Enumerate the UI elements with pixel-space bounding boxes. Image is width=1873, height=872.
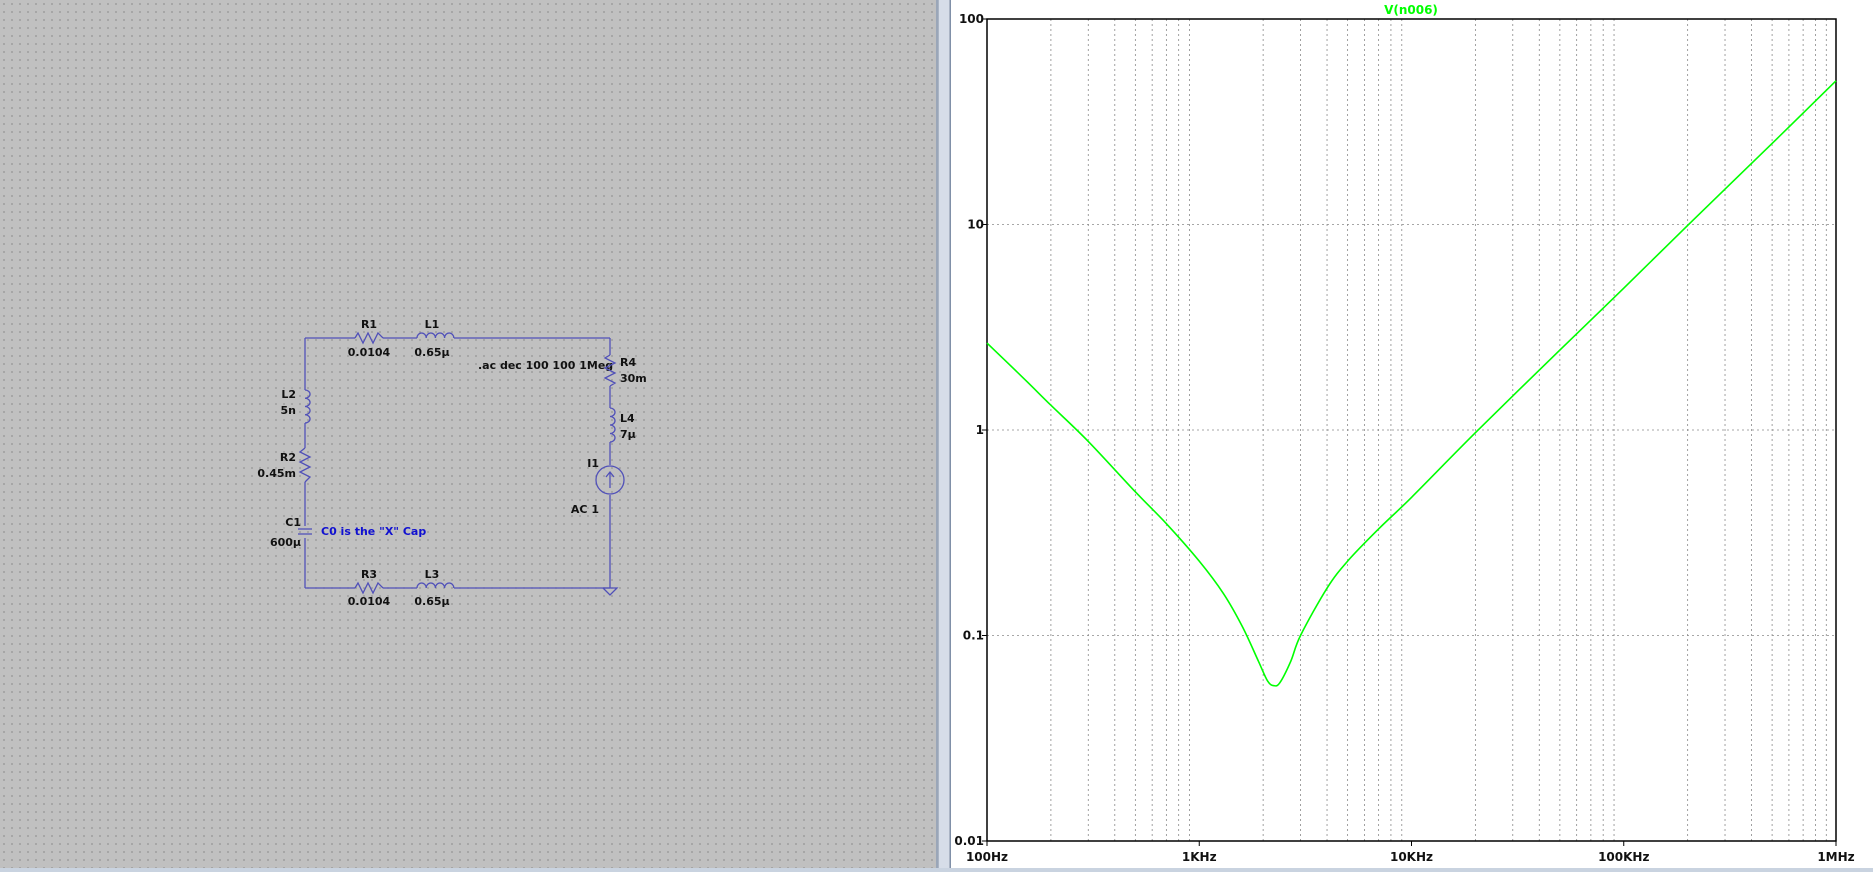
y-tick-label: 100 xyxy=(959,12,984,26)
c1-value: 600µ xyxy=(270,536,301,549)
inductor-l2-symbol[interactable] xyxy=(304,389,311,424)
x-tick-label: 10KHz xyxy=(1390,850,1433,864)
trace-v-n006[interactable] xyxy=(986,80,1837,687)
inductor-l4-symbol[interactable] xyxy=(609,407,616,443)
l4-value: 7µ xyxy=(620,428,636,441)
r2-value: 0.45m xyxy=(257,467,296,480)
bode-plot[interactable]: 100Hz 1KHz 10KHz 100KHz 1MHz 100 10 1 0.1 0.01 V(… xyxy=(951,0,1872,868)
ac-analysis-directive[interactable]: .ac dec 100 100 1Meg xyxy=(478,359,613,372)
axis-tick-labels: 100Hz 1KHz 10KHz 100KHz 1MHz 100 10 1 0.1 0.01 xyxy=(954,12,1854,864)
l1-value: 0.65µ xyxy=(414,346,449,359)
capacitor-c1-symbol[interactable] xyxy=(298,528,312,535)
pane-splitter[interactable] xyxy=(938,0,950,868)
plot-grid xyxy=(987,19,1836,841)
r1-name: R1 xyxy=(361,318,377,331)
r4-value: 30m xyxy=(620,372,647,385)
l2-value: 5n xyxy=(281,404,297,417)
resistor-r3-symbol[interactable] xyxy=(354,581,384,595)
r3-name: R3 xyxy=(361,568,377,581)
c1-name: C1 xyxy=(285,516,301,529)
l3-name: L3 xyxy=(425,568,440,581)
l3-value: 0.65µ xyxy=(414,595,449,608)
x-tick-label: 100KHz xyxy=(1598,850,1649,864)
schematic-canvas[interactable]: R1 0.0104 L1 0.65µ .ac dec 100 100 1Meg … xyxy=(0,0,936,868)
resistor-r2-symbol[interactable] xyxy=(298,447,312,483)
current-source-i1-symbol[interactable] xyxy=(595,465,625,495)
x-tick-label: 1MHz xyxy=(1817,850,1854,864)
trace-label[interactable]: V(n006) xyxy=(1384,3,1438,17)
l2-name: L2 xyxy=(281,388,296,401)
l1-name: L1 xyxy=(425,318,440,331)
y-tick-label: 1 xyxy=(976,423,984,437)
r2-name: R2 xyxy=(280,451,296,464)
waveform-viewer[interactable]: 100Hz 1KHz 10KHz 100KHz 1MHz 100 10 1 0.1 0.01 V(… xyxy=(950,0,1873,868)
i1-name: I1 xyxy=(587,457,599,470)
x-tick-label: 100Hz xyxy=(966,850,1008,864)
r4-name: R4 xyxy=(620,356,636,369)
x-tick-label: 1KHz xyxy=(1182,850,1217,864)
l4-name: L4 xyxy=(620,412,635,425)
x-cap-comment[interactable]: C0 is the "X" Cap xyxy=(321,525,426,538)
r3-value: 0.0104 xyxy=(348,595,391,608)
y-tick-label: 0.1 xyxy=(963,629,984,643)
inductor-l3-symbol[interactable] xyxy=(416,582,455,589)
resistor-r1-symbol[interactable] xyxy=(354,331,384,345)
schematic-wires xyxy=(304,337,619,596)
i1-value: AC 1 xyxy=(571,503,599,516)
schematic-editor[interactable]: R1 0.0104 L1 0.65µ .ac dec 100 100 1Meg … xyxy=(0,0,938,868)
inductor-l1-symbol[interactable] xyxy=(416,332,455,339)
y-tick-label: 0.01 xyxy=(954,834,984,848)
r1-value: 0.0104 xyxy=(348,346,391,359)
y-tick-label: 10 xyxy=(967,218,984,232)
